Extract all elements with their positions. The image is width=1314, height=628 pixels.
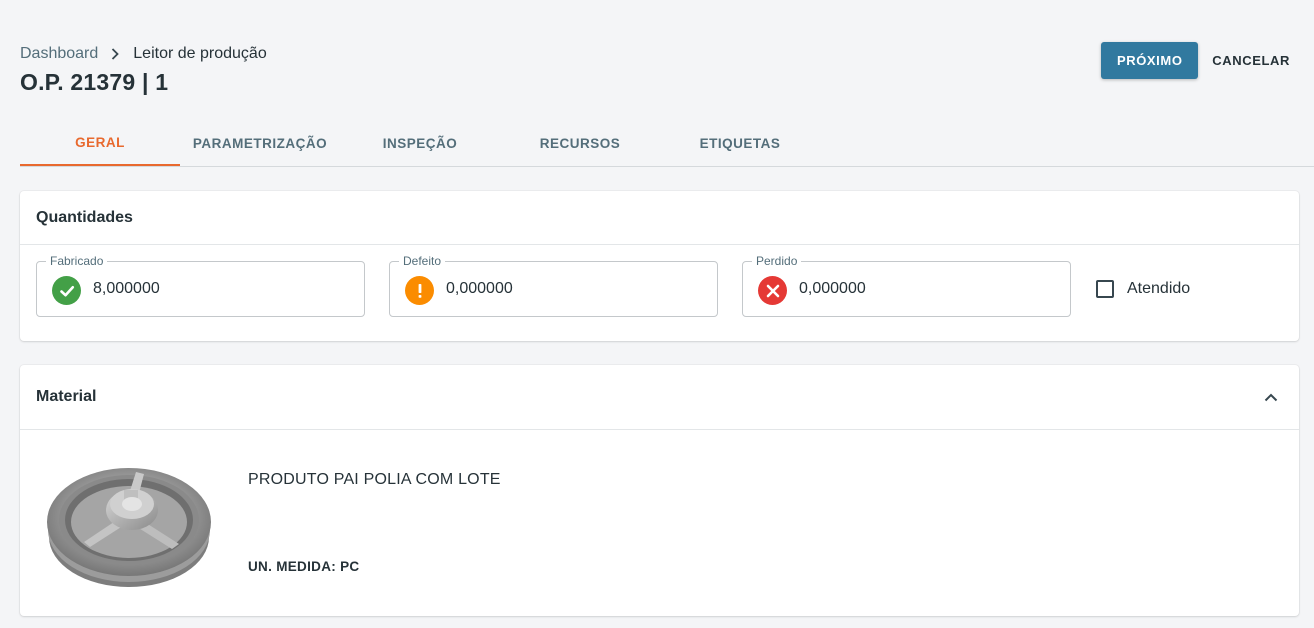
cancel-button[interactable]: CANCELAR [1208, 42, 1294, 79]
fabricado-field[interactable]: Fabricado 8,000000 [36, 253, 365, 317]
tab-recursos[interactable]: RECURSOS [500, 120, 660, 166]
quantities-title: Quantidades [20, 191, 1299, 245]
check-circle-icon [52, 276, 81, 305]
header-actions: PRÓXIMO CANCELAR [1101, 42, 1294, 79]
fabricado-label: Fabricado [46, 253, 108, 269]
material-card: Material PRODUTO PAI POLIA COM LOTE UN. … [20, 365, 1299, 616]
material-unit: UN. MEDIDA: PC [248, 559, 360, 574]
tab-bar: GERAL PARAMETRIZAÇÃO INSPEÇÃO RECURSOS E… [20, 120, 1314, 167]
breadcrumb: Dashboard Leitor de produção [20, 44, 267, 64]
perdido-label: Perdido [752, 253, 802, 269]
defeito-field[interactable]: Defeito 0,000000 [389, 253, 718, 317]
quantities-card: Quantidades Fabricado 8,000000 Defeito 0… [20, 191, 1299, 341]
breadcrumb-current: Leitor de produção [133, 45, 267, 62]
material-header[interactable]: Material [20, 365, 1299, 430]
checkbox-unchecked-icon[interactable] [1096, 280, 1114, 298]
cancel-circle-icon [758, 276, 787, 305]
chevron-right-icon [110, 44, 120, 64]
next-button[interactable]: PRÓXIMO [1101, 42, 1199, 79]
atendido-label: Atendido [1127, 280, 1191, 297]
fabricado-value: 8,000000 [93, 280, 160, 297]
material-title: Material [36, 388, 97, 405]
material-name: PRODUTO PAI POLIA COM LOTE [248, 471, 501, 488]
page-title: O.P. 21379 | 1 [20, 69, 169, 95]
perdido-value: 0,000000 [799, 280, 866, 297]
atendido-checkbox[interactable]: Atendido [1096, 280, 1190, 298]
defeito-value: 0,000000 [446, 280, 513, 297]
tab-inspecao[interactable]: INSPEÇÃO [340, 120, 500, 166]
page-header: Dashboard Leitor de produção O.P. 21379 … [20, 44, 267, 96]
breadcrumb-dashboard-link[interactable]: Dashboard [20, 45, 98, 63]
perdido-field[interactable]: Perdido 0,000000 [742, 253, 1071, 317]
tab-etiquetas[interactable]: ETIQUETAS [660, 120, 820, 166]
tab-geral[interactable]: GERAL [20, 120, 180, 166]
warning-circle-icon [405, 276, 434, 305]
defeito-label: Defeito [399, 253, 446, 269]
pulley-image [44, 452, 214, 592]
tab-parametrizacao[interactable]: PARAMETRIZAÇÃO [180, 120, 340, 166]
chevron-up-icon[interactable] [1259, 385, 1283, 409]
